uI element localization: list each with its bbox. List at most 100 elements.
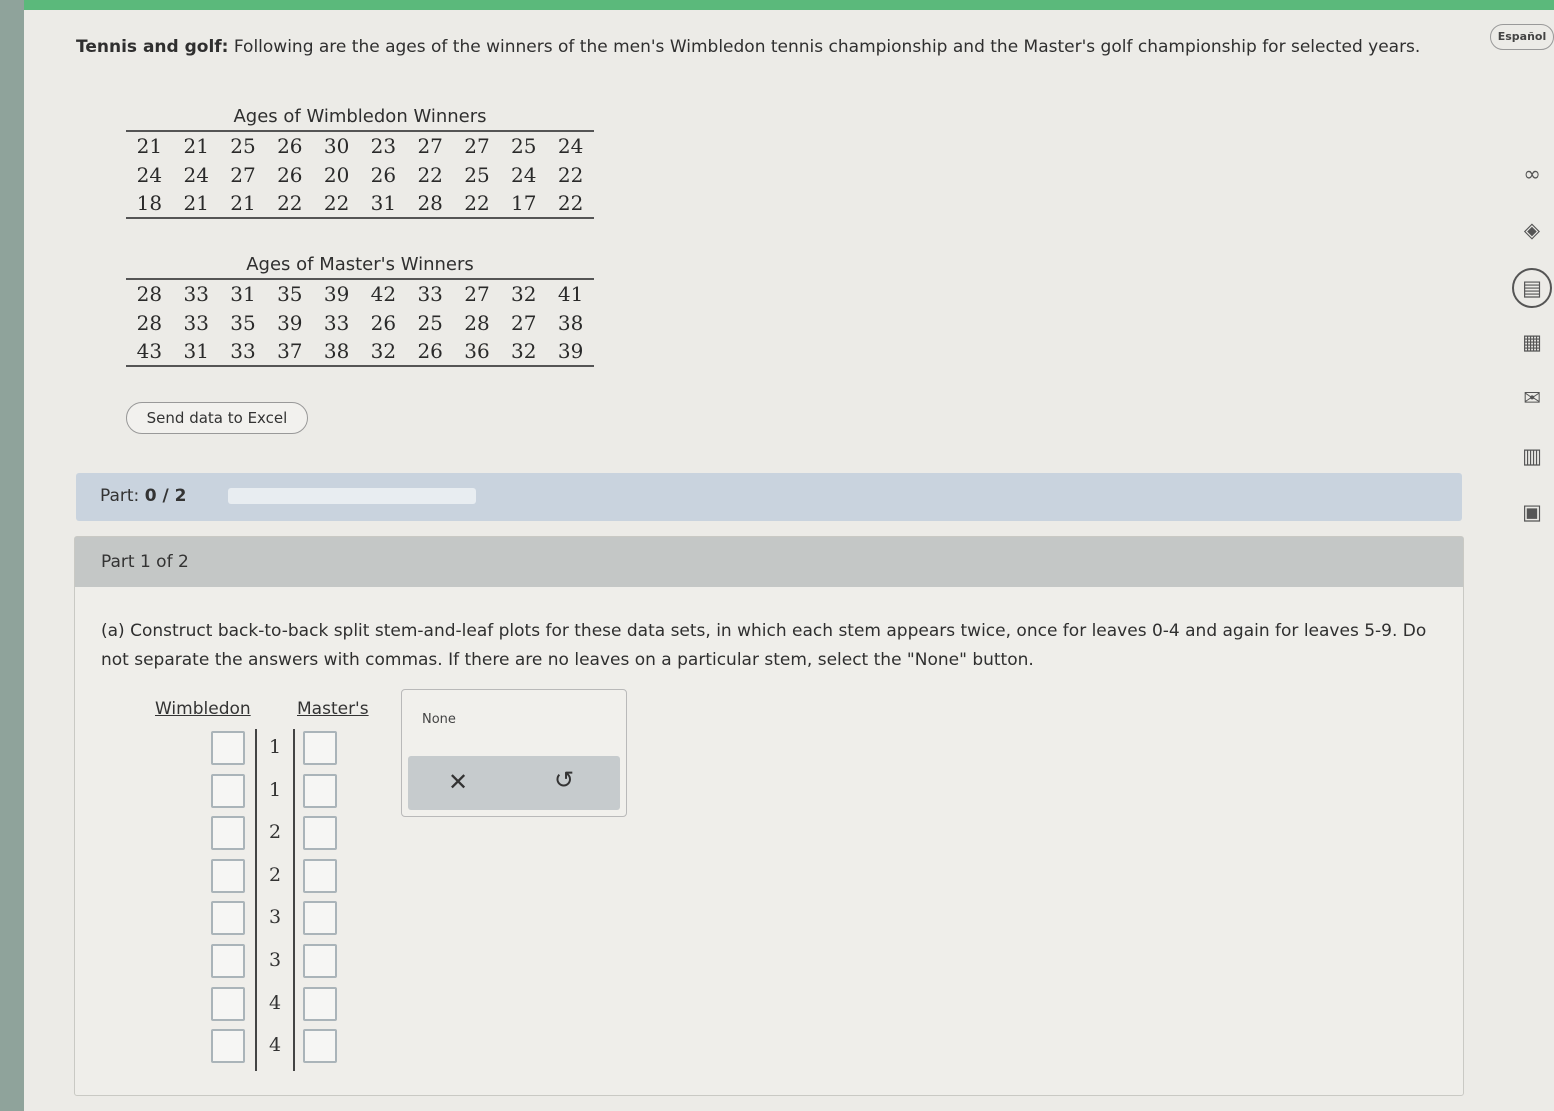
table-cell: 33	[183, 282, 209, 306]
table-cell: 33	[183, 310, 209, 335]
table-cell: 18	[136, 191, 163, 215]
stem-value: 4	[268, 991, 282, 1014]
table-cell: 25	[464, 162, 490, 187]
table-cell: 24	[183, 162, 209, 187]
table-cell: 17	[511, 191, 537, 215]
masters-table-caption: Ages of Master's Winners	[246, 254, 474, 275]
table-cell: 36	[464, 339, 490, 363]
table-cell: 39	[323, 282, 350, 306]
stem-value: 3	[268, 906, 282, 929]
chart-icon[interactable]: ▥	[1512, 438, 1552, 474]
wimbledon-leaf-input[interactable]	[211, 858, 245, 893]
table-cell: 22	[417, 162, 443, 187]
table-cell: 24	[511, 162, 537, 187]
masters-leaf-input[interactable]	[303, 816, 337, 851]
masters-table-block: Ages of Master's Winners 28 33 31 35 39 42 33 2…	[126, 252, 594, 367]
table-cell: 39	[557, 339, 584, 363]
table-cell: 24	[136, 162, 163, 187]
table-cell: 20	[323, 162, 350, 187]
top-progress-strip	[24, 0, 1554, 10]
wimbledon-leaf-input[interactable]	[211, 944, 245, 978]
masters-leaf-input[interactable]	[303, 773, 337, 808]
table-cell: 23	[370, 134, 397, 158]
table-cell: 32	[511, 339, 537, 363]
table-cell: 22	[323, 191, 350, 215]
table-cell: 26	[277, 134, 303, 158]
table-cell: 28	[464, 310, 490, 335]
masters-leaf-input[interactable]	[303, 986, 337, 1021]
table-cell: 22	[557, 191, 584, 215]
table-cell: 27	[464, 134, 490, 158]
language-toggle-button[interactable]: Español	[1490, 24, 1554, 50]
table-cell: 33	[417, 282, 443, 306]
page: Tennis and golf: Following are the ages …	[24, 10, 1554, 1111]
infinity-icon[interactable]: ∞	[1512, 156, 1552, 192]
table-cell: 22	[557, 162, 584, 187]
table-cell: 21	[230, 191, 256, 215]
table-cell: 35	[277, 282, 303, 306]
table-cell: 37	[277, 339, 303, 363]
table-cell: 21	[183, 134, 209, 158]
wimbledon-leaf-input[interactable]	[211, 731, 245, 765]
answer-palette: None ✕ ↺	[401, 689, 627, 817]
question-header: Part 1 of 2	[75, 537, 1463, 587]
part-progress-bar: Part: 0 / 2	[76, 473, 1462, 521]
close-icon[interactable]: ✕	[448, 768, 468, 796]
table-cell: 25	[417, 310, 443, 335]
table-cell: 33	[230, 339, 256, 363]
problem-text: Following are the ages of the winners of…	[233, 37, 1421, 57]
wimbledon-leaf-input[interactable]	[211, 901, 245, 936]
masters-ages-table: 28 33 31 35 39 42 33 27 32 41 28 33 35 39 33 26 25 28 27 38…	[126, 278, 594, 367]
table-cell: 27	[417, 134, 443, 158]
table-cell: 24	[557, 134, 584, 158]
stem-value: 1	[268, 736, 282, 758]
table-cell: 26	[417, 339, 443, 363]
problem-title: Tennis and golf:	[76, 37, 229, 57]
wimbledon-leaf-input[interactable]	[211, 986, 245, 1021]
table-row: 28 33 31 35 39 42 33 27 32 41	[126, 279, 594, 308]
masters-leaf-input[interactable]	[303, 944, 337, 978]
wimbledon-leaf-input[interactable]	[211, 1029, 245, 1064]
worksheet-icon[interactable]: ▣	[1512, 494, 1552, 530]
wimbledon-leaf-input[interactable]	[211, 816, 245, 851]
wimbledon-table-caption: Ages of Wimbledon Winners	[233, 106, 487, 127]
masters-leaf-input[interactable]	[303, 901, 337, 936]
table-row: 28 33 35 39 33 26 25 28 27 38	[126, 308, 594, 337]
undo-icon[interactable]: ↺	[554, 766, 574, 794]
table-cell: 27	[464, 282, 490, 306]
part-value: 0 / 2	[144, 486, 187, 506]
masters-leaf-input[interactable]	[303, 731, 337, 765]
stem-value: 4	[268, 1034, 282, 1057]
table-cell: 28	[417, 191, 443, 215]
question-text: (a) Construct back-to-back split stem-an…	[101, 621, 1427, 670]
table-cell: 26	[370, 310, 397, 335]
calculator-icon[interactable]: ▦	[1512, 324, 1552, 360]
masters-leaf-input[interactable]	[303, 858, 337, 893]
table-cell: 21	[136, 134, 163, 158]
ebook-icon[interactable]: ▤	[1512, 268, 1552, 308]
table-cell: 35	[230, 310, 256, 335]
table-cell: 26	[370, 162, 397, 187]
mail-icon[interactable]: ✉	[1512, 380, 1552, 416]
question-panel: Part 1 of 2 (a) Construct back-to-back s…	[74, 536, 1464, 1096]
table-cell: 30	[323, 134, 350, 158]
table-cell: 25	[230, 134, 256, 158]
table-cell: 26	[277, 162, 303, 187]
masters-heading: Master's	[297, 699, 369, 719]
none-button[interactable]: None	[422, 712, 456, 727]
palette-action-bar: ✕ ↺	[408, 756, 620, 810]
send-to-excel-button[interactable]: Send data to Excel	[126, 402, 308, 434]
table-row: 43 31 33 37 38 32 26 36 32 39	[126, 337, 594, 366]
stem-value: 2	[268, 821, 282, 844]
part-label: Part: 0 / 2	[100, 486, 186, 506]
tag-icon[interactable]: ◈	[1512, 212, 1552, 248]
table-cell: 21	[183, 191, 209, 215]
wimbledon-leaf-input[interactable]	[211, 773, 245, 808]
wimbledon-ages-table: 21 21 25 26 30 23 27 27 25 24 24 24 27 26 20 26 22 25 24 22…	[126, 130, 594, 219]
masters-leaf-input[interactable]	[303, 1029, 337, 1064]
table-cell: 41	[557, 282, 584, 306]
problem-intro: Tennis and golf: Following are the ages …	[76, 36, 1446, 58]
table-row: 21 21 25 26 30 23 27 27 25 24	[126, 131, 594, 160]
table-cell: 28	[136, 310, 163, 335]
table-row: 24 24 27 26 20 26 22 25 24 22	[126, 160, 594, 189]
